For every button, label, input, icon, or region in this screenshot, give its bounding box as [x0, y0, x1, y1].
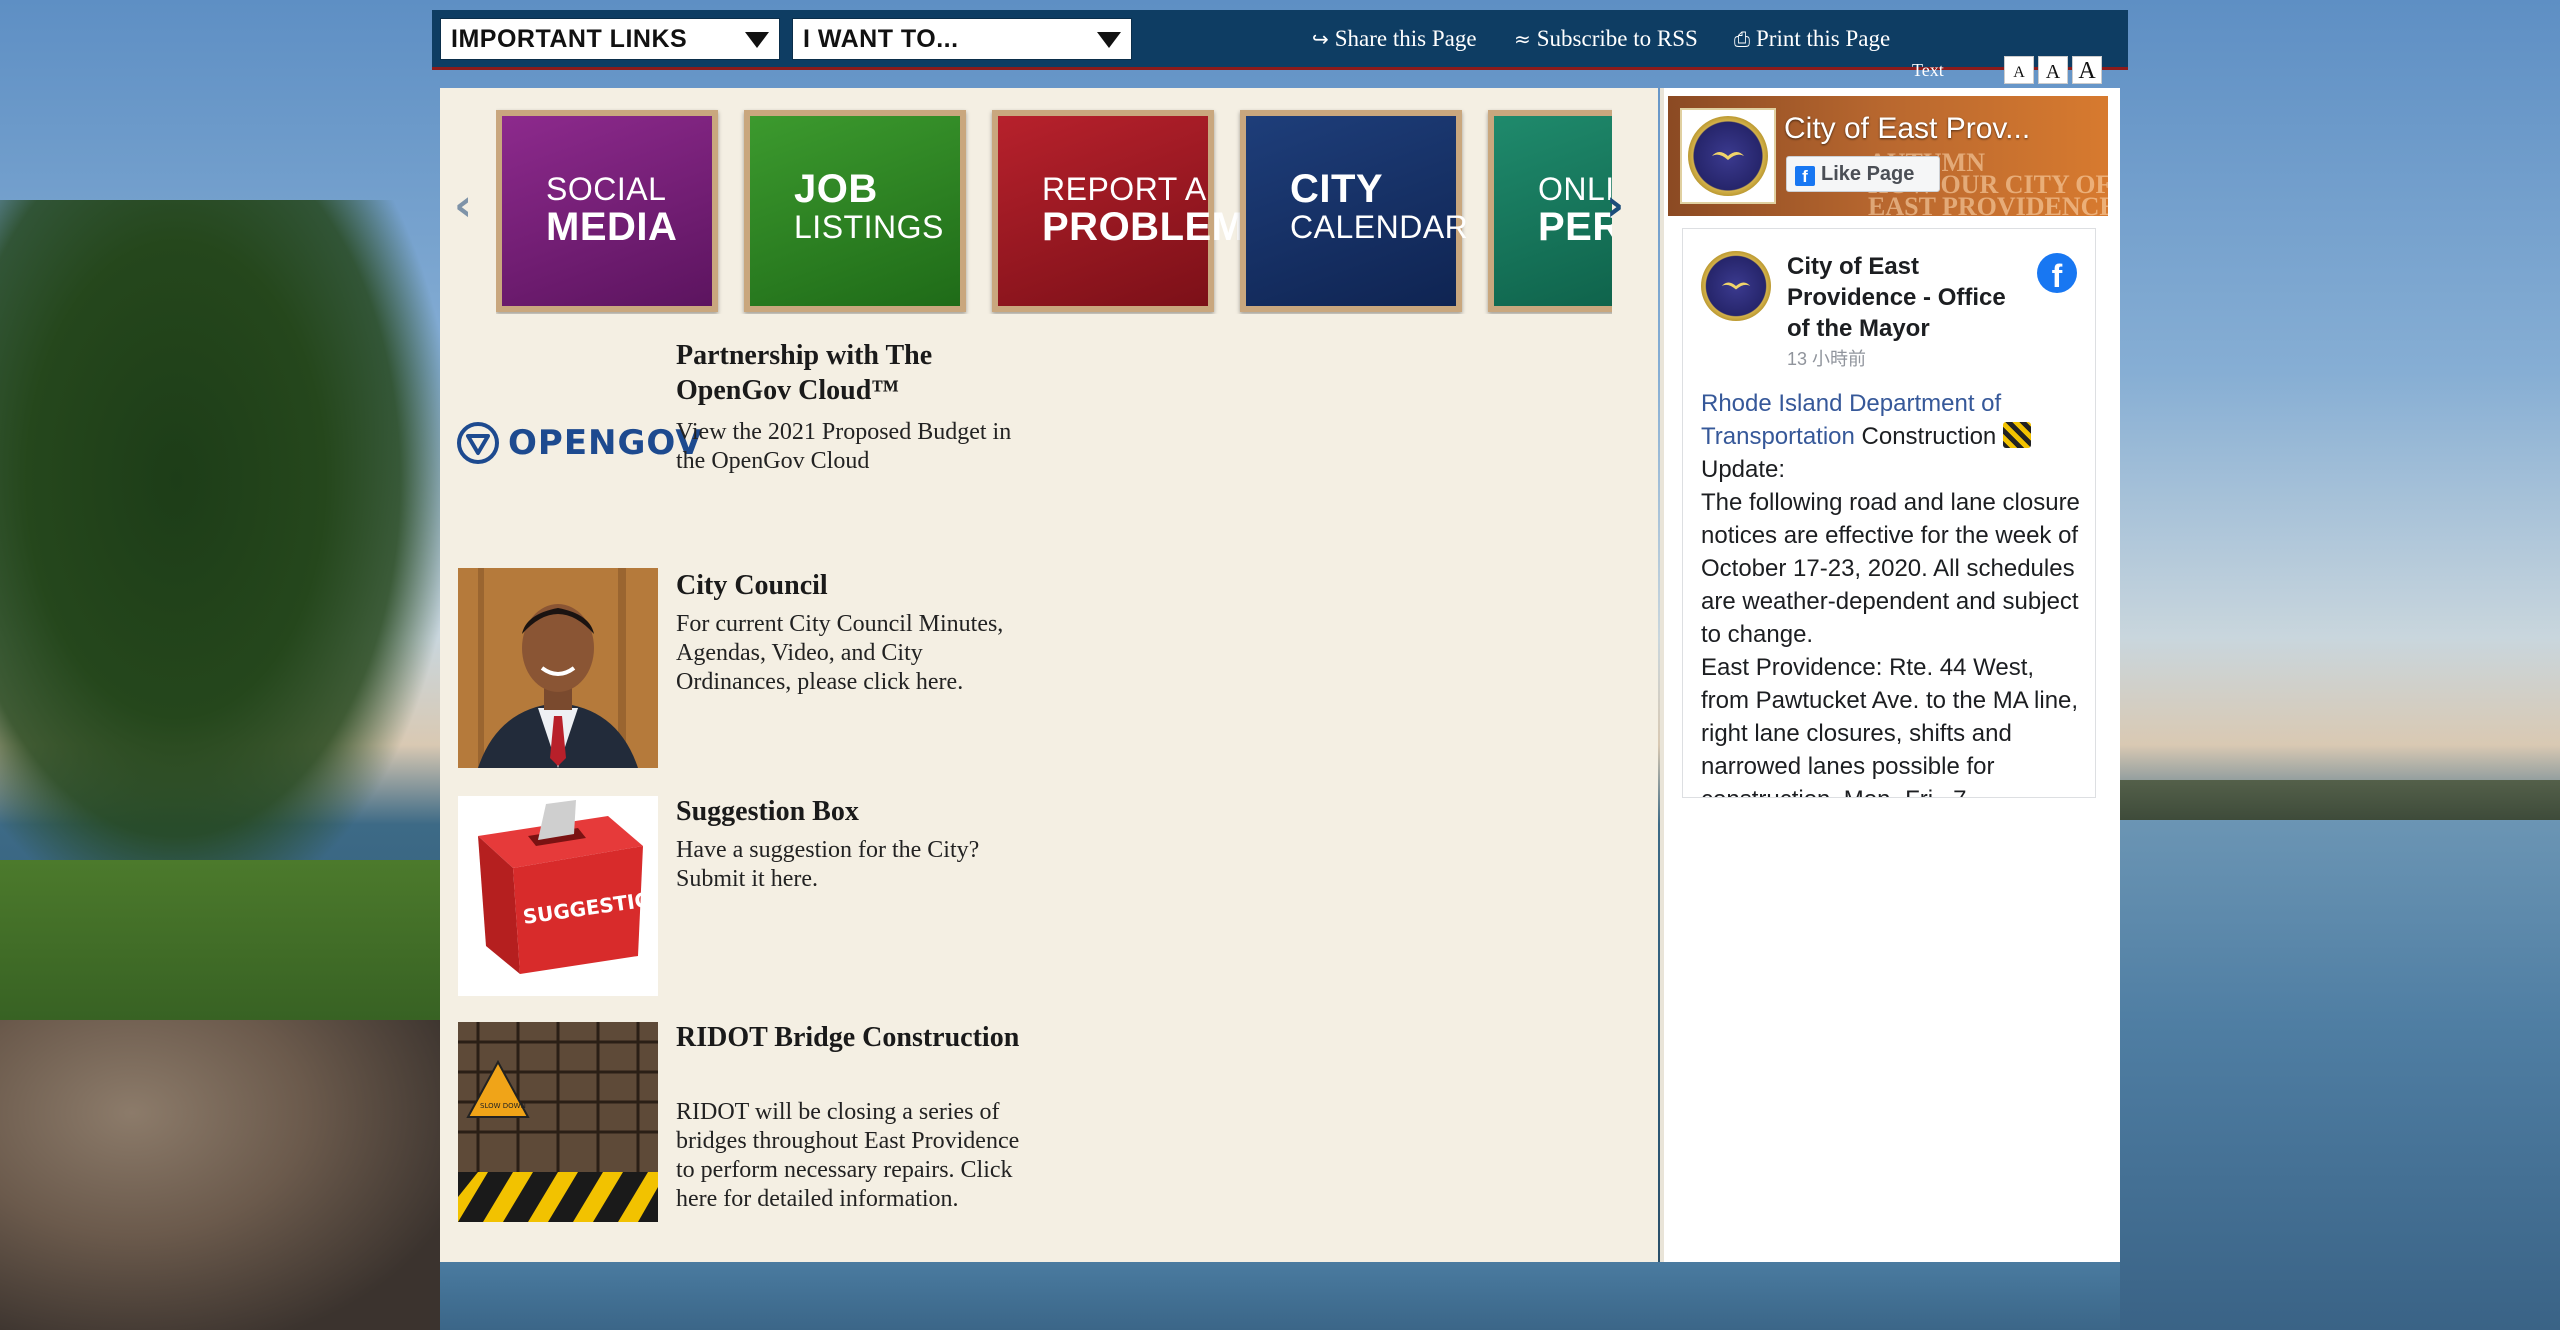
opengov-logo-text: OPENGOV — [508, 423, 703, 463]
tile-online-permits[interactable]: Online Perm — [1488, 110, 1612, 312]
background-water — [2120, 820, 2560, 1330]
important-links-dropdown[interactable]: IMPORTANT LINKS — [440, 18, 780, 60]
important-links-label: IMPORTANT LINKS — [451, 25, 688, 53]
post-text-inline: Construction — [1854, 423, 2003, 450]
rss-icon: ≈ — [1514, 27, 1531, 51]
ridot-construction-image[interactable]: SLOW DOWN — [458, 1022, 658, 1222]
tile-line2: Listings — [794, 209, 944, 245]
tile-line2: Problem — [1042, 205, 1246, 249]
suggestion-box-link[interactable]: Have a suggestion for the City? Submit i… — [676, 836, 1036, 894]
facebook-profile-picture[interactable] — [1680, 108, 1776, 204]
city-council-photo[interactable] — [458, 568, 658, 768]
like-page-label: Like Page — [1821, 163, 1915, 185]
post-timestamp[interactable]: 13 小時前 — [1787, 345, 1866, 371]
post-author-name[interactable]: City of East Providence - Office of the … — [1787, 251, 2027, 344]
font-size-small-button[interactable]: A — [2004, 56, 2034, 84]
ridot-title: RIDOT Bridge Construction — [676, 1022, 1020, 1053]
share-icon: ↪ — [1312, 27, 1329, 51]
top-toolbar: IMPORTANT LINKS I WANT TO... ↪ Share this… — [432, 10, 2128, 84]
font-size-medium-button[interactable]: A — [2038, 56, 2068, 84]
tile-line2: Perm — [1538, 205, 1612, 249]
carousel-next-arrow-icon[interactable]: › — [1606, 180, 1624, 231]
suggestion-box-image[interactable]: SUGGESTION BOX — [458, 796, 658, 996]
tile-line2: Calendar — [1290, 209, 1469, 245]
print-icon: ⎙ — [1734, 27, 1750, 51]
facebook-f-icon: f — [1795, 166, 1815, 186]
print-page-link[interactable]: ⎙ Print this Page — [1734, 26, 1890, 52]
opengov-icon — [457, 422, 499, 464]
tile-line2: Media — [546, 205, 678, 249]
tile-line1: Online — [1538, 171, 1612, 207]
opengov-logo[interactable]: OPENGOV — [456, 418, 703, 468]
facebook-logo-icon[interactable]: f — [2037, 253, 2077, 293]
background-shoreline — [2120, 780, 2560, 820]
carousel-prev-arrow-icon[interactable]: ‹ — [454, 180, 472, 231]
share-label: Share this Page — [1334, 26, 1477, 51]
share-page-link[interactable]: ↪ Share this Page — [1312, 26, 1477, 52]
chevron-down-icon — [745, 32, 769, 48]
city-council-title: City Council — [676, 570, 828, 601]
i-want-to-dropdown[interactable]: I WANT TO... — [792, 18, 1132, 60]
facebook-like-page-button[interactable]: f Like Page — [1786, 156, 1940, 192]
facebook-post: City of East Providence - Office of the … — [1682, 228, 2096, 798]
tile-line1: Report a — [1042, 171, 1207, 207]
city-seal-icon — [1688, 116, 1768, 196]
suggestion-box-title: Suggestion Box — [676, 796, 859, 827]
chevron-down-icon — [1097, 32, 1121, 48]
facebook-cover[interactable]: AUTUMN HOW OUR CITY OF EAST PROVIDENCE C… — [1668, 96, 2108, 216]
post-text: Update: The following road and lane clos… — [1701, 456, 2080, 797]
tile-line1: City — [1290, 167, 1384, 211]
quick-links-carousel: Social Media Job Listings Report a Probl… — [496, 108, 1612, 314]
background-rocks — [0, 1020, 440, 1330]
opengov-title: Partnership with The OpenGov Cloud™ — [676, 340, 933, 406]
city-seal-icon — [1701, 251, 1771, 321]
tile-city-calendar[interactable]: City Calendar — [1240, 110, 1469, 312]
tile-social-media[interactable]: Social Media — [496, 110, 718, 312]
text-size-label: Text — [1912, 60, 1944, 80]
font-size-large-button[interactable]: A — [2072, 56, 2102, 84]
rss-link[interactable]: ≈ Subscribe to RSS — [1514, 26, 1698, 52]
construction-icon — [2002, 422, 2031, 448]
ridot-sign-text: SLOW DOWN — [480, 1102, 526, 1110]
city-council-link[interactable]: For current City Council Minutes, Agenda… — [676, 610, 1036, 697]
print-label: Print this Page — [1756, 26, 1891, 51]
tile-report-a-problem[interactable]: Report a Problem — [992, 110, 1246, 312]
tile-job-listings[interactable]: Job Listings — [744, 110, 966, 312]
ridot-link[interactable]: RIDOT will be closing a series of bridge… — [676, 1098, 1036, 1214]
background-trees — [0, 200, 440, 900]
rss-label: Subscribe to RSS — [1536, 26, 1698, 51]
facebook-page-name[interactable]: City of East Prov... — [1784, 112, 2030, 146]
background-water-bottom — [440, 1262, 2120, 1330]
post-body: Rhode Island Department of Transportatio… — [1701, 387, 2087, 797]
tile-line1: Social — [546, 171, 667, 207]
opengov-link[interactable]: View the 2021 Proposed Budget in the Ope… — [676, 418, 1036, 476]
post-author-avatar[interactable] — [1701, 251, 1771, 321]
i-want-to-label: I WANT TO... — [803, 25, 959, 53]
background-grass — [0, 860, 440, 1040]
tile-line1: Job — [794, 167, 878, 211]
